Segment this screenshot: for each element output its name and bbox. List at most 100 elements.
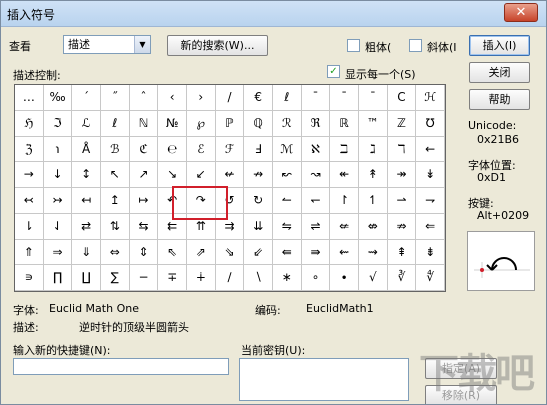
symbol-cell[interactable]: ⇘ [215,239,245,266]
symbol-cell[interactable]: ⇞ [387,239,417,266]
symbol-cell[interactable]: ℸ [387,136,417,163]
symbol-cell[interactable]: ↽ [301,188,331,214]
symbol-cell[interactable]: ℕ [129,110,159,137]
symbol-cell[interactable]: ↡ [416,162,445,188]
symbol-cell[interactable]: ¯ [301,85,331,111]
symbol-cell[interactable]: ´ [72,85,101,111]
symbol-cell[interactable]: ∕ [215,265,245,291]
symbol-cell[interactable]: ↻ [244,188,273,214]
symbol-cell[interactable]: ⇍ [330,213,359,240]
symbol-cell[interactable]: ⇉ [215,213,245,240]
symbol-cell[interactable]: ℬ [100,136,130,163]
symbol-cell[interactable]: ℱ [215,136,245,163]
italic-checkbox[interactable] [409,39,422,52]
symbol-cell[interactable]: ∘ [301,265,331,291]
symbol-cell[interactable]: ∖ [244,265,273,291]
symbol-cell[interactable]: ⇜ [330,239,359,266]
symbol-cell[interactable]: № [158,110,187,137]
symbol-cell[interactable]: ¯ [358,85,388,111]
symbol-cell[interactable]: ⇎ [358,213,388,240]
symbol-cell[interactable]: ℓ [272,85,302,111]
symbol-cell[interactable]: ∍ [15,265,44,291]
close-window-button[interactable]: ✕ [504,3,538,22]
symbol-cell[interactable]: ℳ [272,136,302,163]
symbol-cell[interactable]: / [215,85,245,111]
symbol-cell[interactable]: ⇑ [15,239,44,266]
symbol-cell[interactable]: ⇆ [129,213,159,240]
symbol-cell[interactable]: ⇅ [100,213,130,240]
symbol-cell[interactable]: ∛ [387,265,417,291]
symbol-cell[interactable]: ↖ [100,162,130,188]
symbol-cell[interactable]: ↞ [330,162,359,188]
symbol-cell[interactable]: ↼ [272,188,302,214]
symbol-cell[interactable]: ↟ [358,162,388,188]
symbol-cell[interactable]: ↦ [129,188,159,214]
symbol-cell[interactable]: ℵ [301,136,331,163]
symbol-cell[interactable]: ∏ [43,265,73,291]
symbol-cell[interactable]: ↿ [358,188,388,214]
symbol-cell[interactable]: ℋ [416,85,445,111]
symbol-cell[interactable]: ⇏ [387,213,417,240]
symbol-cell[interactable]: √ [358,265,388,291]
bold-checkbox[interactable] [347,39,360,52]
symbol-cell[interactable]: Å [72,136,101,163]
symbol-cell[interactable]: ⇟ [416,239,445,266]
symbol-cell[interactable]: ↾ [330,188,359,214]
symbol-cell[interactable]: ↕ [72,162,101,188]
symbol-cell[interactable]: ℛ [272,110,302,137]
symbol-cell[interactable]: ⇕ [129,239,159,266]
symbol-cell[interactable]: ↓ [43,162,73,188]
symbol-cell[interactable]: ⇓ [72,239,101,266]
symbol-cell[interactable]: ↶ [158,188,187,214]
symbol-grid[interactable]: … ‰ ´ ˝ ˆ ‹ › / € ℓ ¯ ¯ ¯ C ℋ ℌ ℑ ℒℓ ℕ № ℘ ℙ ℚ ℛ ℜ ℝ ™ ℤ ℧ ℨ ℩ Å ℬ ℭ ℮ ℰ ℱ Ⅎ ℳ… [14,84,446,292]
symbol-cell[interactable]: ⇈ [186,213,216,240]
help-button[interactable]: 帮助 [469,89,530,110]
symbol-cell[interactable]: ⇊ [244,213,273,240]
symbol-cell[interactable]: ‰ [43,85,73,111]
symbol-cell[interactable]: ℑ [43,110,73,137]
symbol-cell[interactable]: ⇔ [100,239,130,266]
symbol-cell[interactable]: − [129,265,159,291]
symbol-cell[interactable]: ↗ [129,162,159,188]
symbol-cell[interactable]: ⇂ [15,213,44,240]
symbol-cell[interactable]: ℷ [358,136,388,163]
symbol-cell[interactable]: ∗ [272,265,302,291]
symbol-cell[interactable]: ‹ [158,85,187,111]
symbol-cell[interactable]: ⇌ [301,213,331,240]
symbol-cell[interactable]: ⇖ [158,239,187,266]
symbol-cell[interactable]: ˝ [100,85,130,111]
symbol-cell[interactable]: ℝ [330,110,359,137]
symbol-cell[interactable]: ℰ [186,136,216,163]
symbol-cell[interactable]: Ⅎ [244,136,273,163]
symbol-cell[interactable]: ℶ [330,136,359,163]
symbol-cell[interactable]: ⇃ [43,213,73,240]
view-select[interactable]: 描述 ▼ [63,35,151,54]
symbol-cell[interactable]: ∙ [330,265,359,291]
symbol-cell[interactable]: ↷ [186,188,216,214]
symbol-cell[interactable]: › [186,85,216,111]
close-button[interactable]: 关闭 [469,62,530,83]
symbol-cell[interactable]: ∔ [186,265,216,291]
symbol-cell[interactable]: ℓ [100,110,130,137]
symbol-cell[interactable]: ⇁ [416,188,445,214]
symbol-cell[interactable]: ℨ [15,136,44,163]
symbol-cell[interactable]: ↚ [215,162,245,188]
symbol-cell[interactable]: ℚ [244,110,273,137]
symbol-cell[interactable]: ℭ [129,136,159,163]
symbol-cell[interactable]: ∜ [416,265,445,291]
symbol-cell[interactable]: ↘ [158,162,187,188]
symbol-cell[interactable]: ↛ [244,162,273,188]
symbol-cell[interactable]: ¯ [330,85,359,111]
symbol-cell[interactable]: ℩ [43,136,73,163]
symbol-cell[interactable]: ⇗ [186,239,216,266]
symbol-cell[interactable]: ℜ [301,110,331,137]
symbol-cell[interactable]: ℙ [215,110,245,137]
symbol-cell[interactable]: ⇙ [244,239,273,266]
symbol-cell[interactable]: ↠ [387,162,417,188]
symbol-cell[interactable]: ⇛ [301,239,331,266]
symbol-cell[interactable]: ↙ [186,162,216,188]
new-shortcut-input[interactable] [13,358,229,375]
symbol-cell[interactable]: ∐ [72,265,101,291]
symbol-cell[interactable]: ↜ [272,162,302,188]
current-key-list[interactable] [239,358,409,401]
